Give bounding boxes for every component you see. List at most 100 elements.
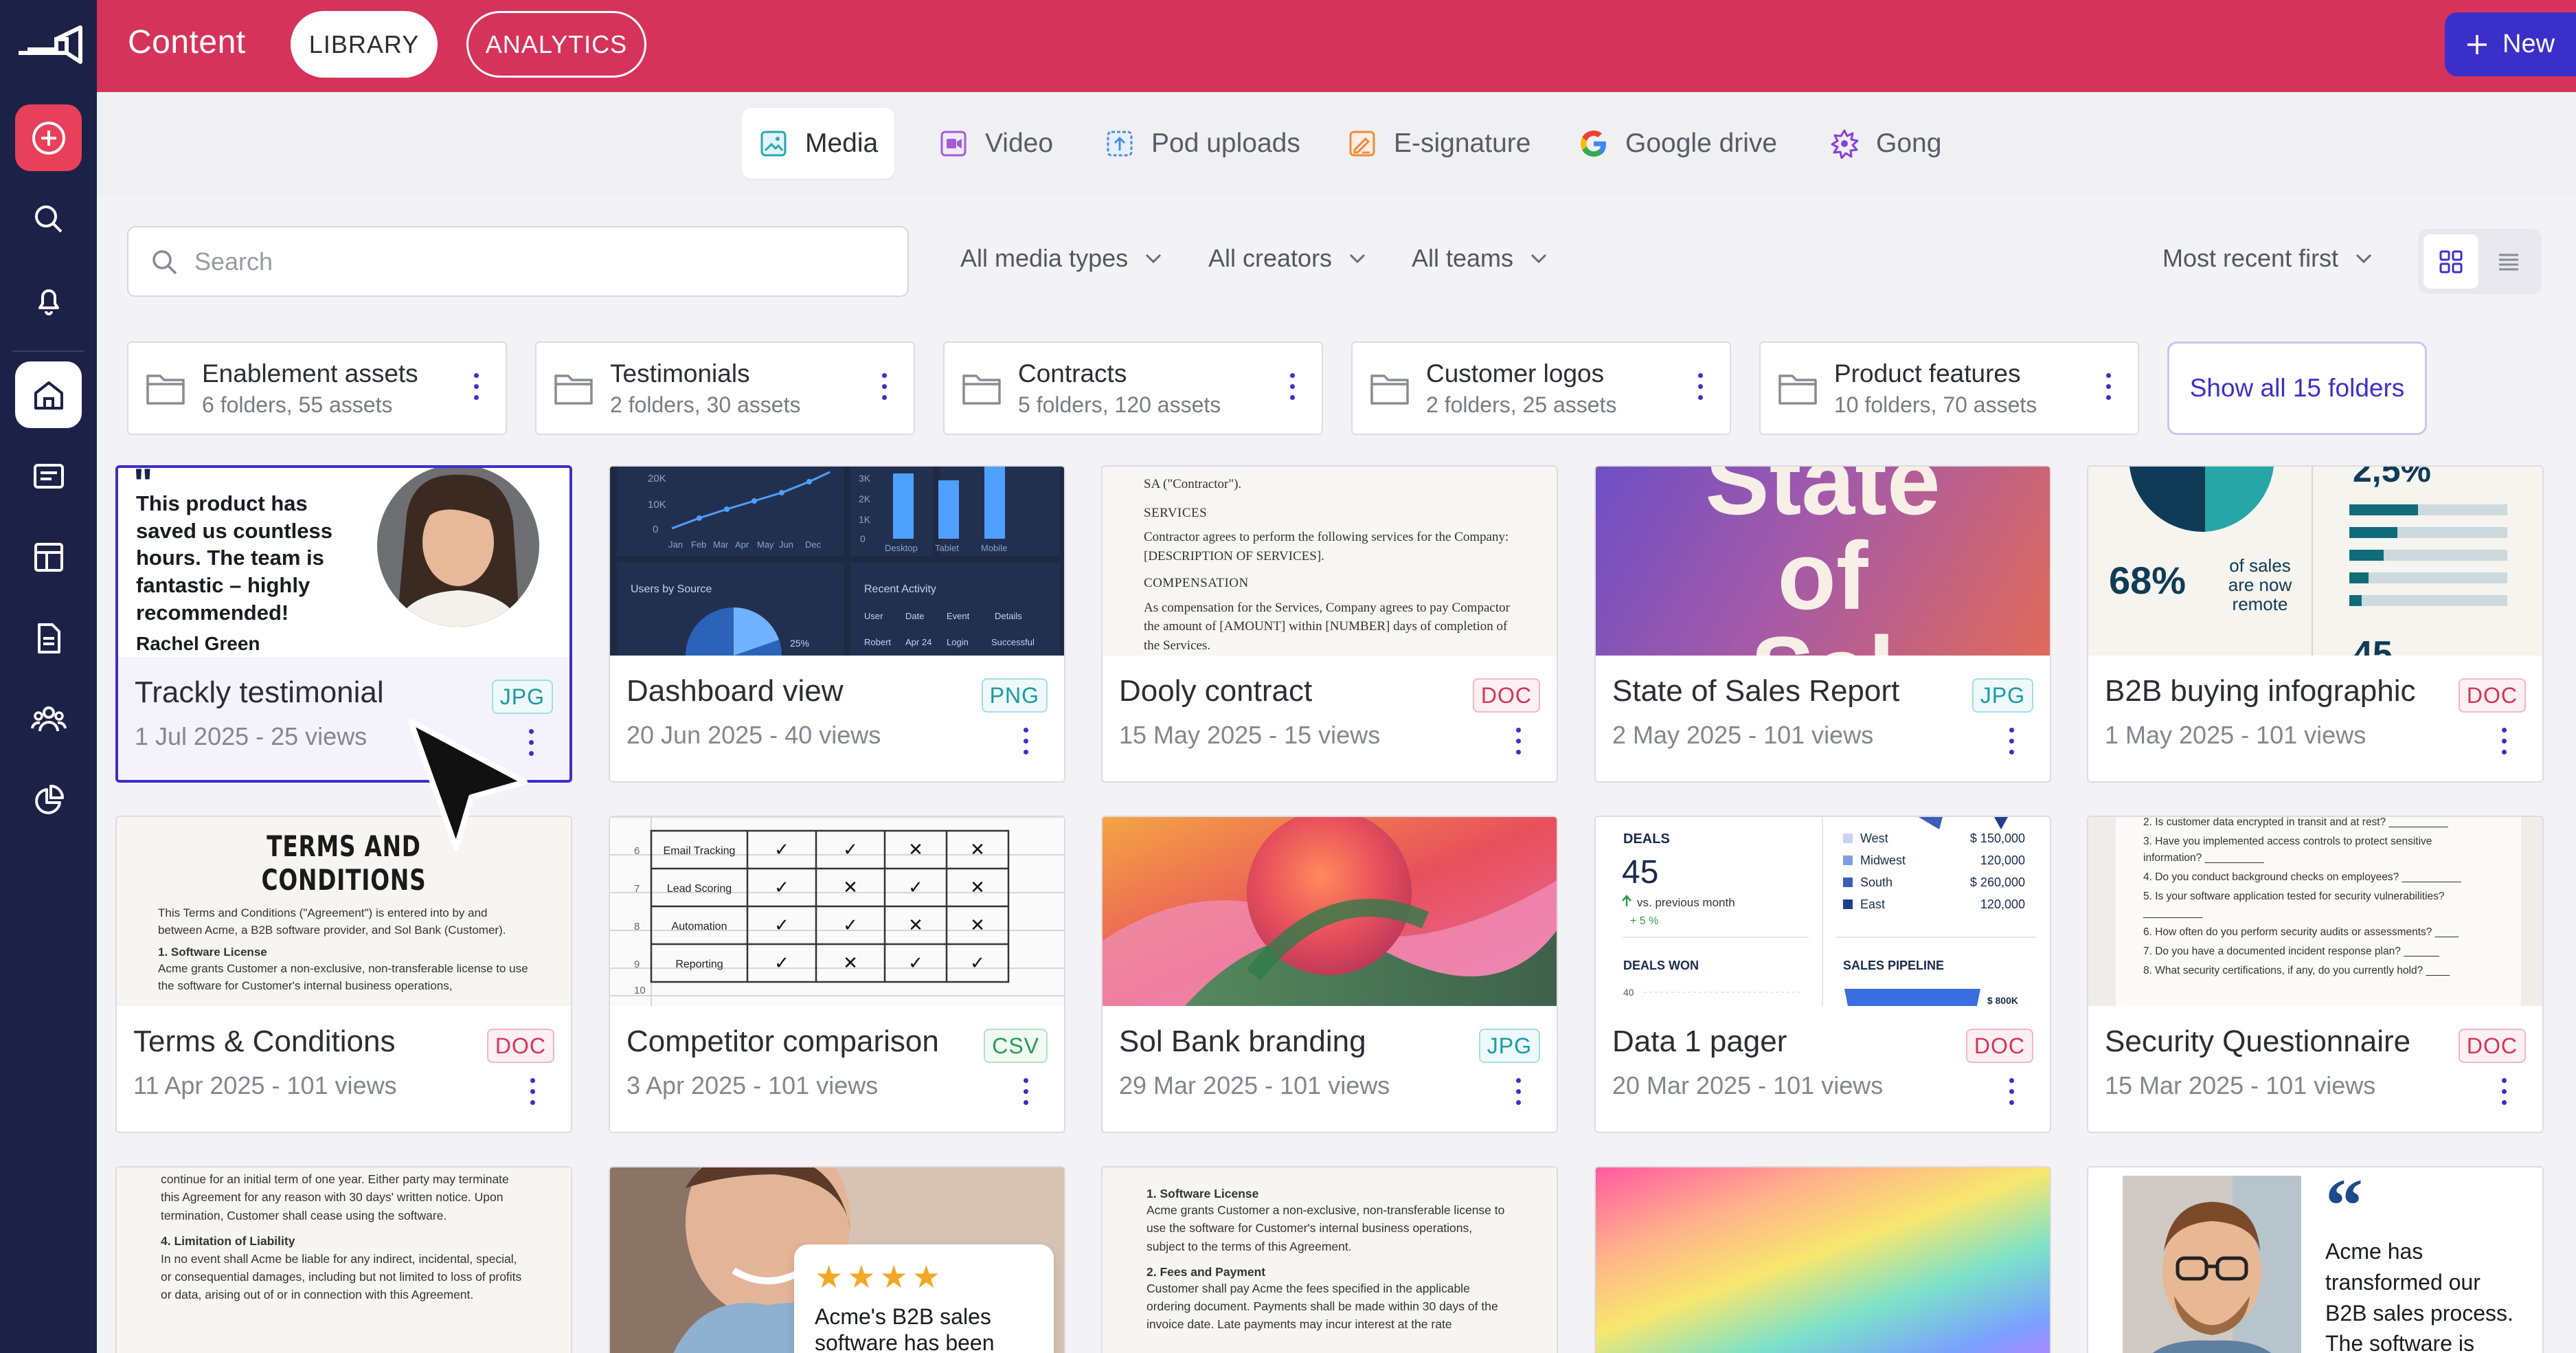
- tab-library[interactable]: LIBRARY: [291, 11, 438, 78]
- portrait-image: [2123, 1176, 2301, 1353]
- more-icon[interactable]: [1514, 728, 1522, 758]
- media-card-data-1-pager[interactable]: DEALS 45 vs. previous month + 5 % West M…: [1594, 816, 2051, 1133]
- folder-product-features[interactable]: Product features 10 folders, 70 assets: [1759, 342, 2139, 435]
- media-card[interactable]: 1. Software License Acme grants Customer…: [1101, 1166, 1558, 1353]
- media-type-filter[interactable]: All media types: [960, 244, 1162, 273]
- media-card[interactable]: “ Acme has transformed our B2B sales pro…: [2087, 1166, 2544, 1353]
- media-card-dashboard-view[interactable]: 20K 10K 0 Jan Feb Mar Apr May Jun Dec 3K…: [609, 465, 1065, 783]
- card-title: Trackly testimonial: [135, 675, 384, 709]
- teams-filter[interactable]: All teams: [1412, 244, 1548, 273]
- infographic-stat: 68%: [2109, 559, 2186, 602]
- folder-icon: [962, 374, 1001, 405]
- more-icon[interactable]: [2007, 1078, 2015, 1108]
- file-type-badge: PNG: [981, 678, 1048, 713]
- comparison-mark: ✕: [970, 839, 985, 860]
- tab-e-signature[interactable]: E-signature: [1331, 108, 1547, 179]
- documents-nav-button[interactable]: [15, 605, 82, 671]
- comparison-mark: ✓: [970, 952, 985, 973]
- more-icon[interactable]: [1021, 1078, 1030, 1108]
- media-card-security-questionnaire[interactable]: 2. Is customer data encrypted in transit…: [2087, 816, 2544, 1133]
- doc-heading: SERVICES: [1144, 505, 1208, 520]
- more-icon[interactable]: [528, 1078, 536, 1108]
- card-thumbnail: continue for an initial term of one year…: [117, 1167, 571, 1353]
- poster-line: of: [1777, 522, 1868, 629]
- more-icon[interactable]: [1288, 373, 1296, 403]
- star-rating: ★★★★: [815, 1259, 945, 1295]
- plus-icon: [2467, 34, 2487, 54]
- folder-testimonials[interactable]: Testimonials 2 folders, 30 assets: [535, 342, 915, 435]
- more-icon[interactable]: [2500, 1078, 2508, 1108]
- tab-video[interactable]: Video: [922, 108, 1070, 179]
- search-input[interactable]: [194, 247, 813, 276]
- search-box[interactable]: [127, 226, 909, 297]
- layout-nav-button[interactable]: [15, 524, 82, 590]
- more-icon[interactable]: [472, 373, 480, 403]
- media-card-state-of-sales-report[interactable]: State of Sal State of Sales Report JPG 2…: [1594, 465, 2051, 783]
- grid-view-button[interactable]: [2424, 234, 2478, 289]
- bell-icon: [38, 289, 59, 315]
- axis-tick: 10K: [648, 499, 666, 511]
- media-card[interactable]: continue for an initial term of one year…: [115, 1166, 572, 1353]
- month-label: Dec: [805, 539, 822, 550]
- app-logo-icon[interactable]: [15, 22, 84, 70]
- folder-count: 6 folders, 55 assets: [202, 392, 393, 417]
- pie-pct: 25%: [790, 638, 809, 649]
- comparison-mark: ✓: [843, 839, 858, 860]
- tab-gong[interactable]: Gong: [1813, 108, 1958, 179]
- tab-google-drive[interactable]: Google drive: [1562, 108, 1794, 179]
- media-card-b2b-buying-infographic[interactable]: 68% of sales are now remote 2,5% 45 B2B …: [2087, 465, 2544, 783]
- card-title: Competitor comparison: [626, 1025, 939, 1058]
- folder-enablement-assets[interactable]: Enablement assets 6 folders, 55 assets: [127, 342, 507, 435]
- quote-mark: “: [2325, 1167, 2363, 1247]
- create-button[interactable]: [15, 104, 82, 171]
- sort-dropdown[interactable]: Most recent first: [2162, 244, 2373, 273]
- tab-analytics[interactable]: ANALYTICS: [466, 11, 646, 78]
- more-icon[interactable]: [1514, 1078, 1522, 1108]
- show-all-folders-button[interactable]: Show all 15 folders: [2167, 342, 2427, 435]
- tab-pod-uploads[interactable]: Pod uploads: [1088, 108, 1317, 179]
- chevron-down-icon: [1530, 254, 1547, 264]
- media-card[interactable]: [1594, 1166, 2051, 1353]
- doc-paragraph: continue for an initial term of one year…: [161, 1172, 509, 1222]
- folder-contracts[interactable]: Contracts 5 folders, 120 assets: [943, 342, 1323, 435]
- home-nav-button[interactable]: [15, 361, 82, 428]
- content-nav-button[interactable]: [15, 443, 82, 509]
- comparison-mark: ✕: [970, 877, 985, 897]
- list-view-button[interactable]: [2481, 234, 2536, 289]
- media-card-terms-conditions[interactable]: TERMS AND CONDITIONS This Terms and Cond…: [115, 816, 572, 1133]
- folder-count: 2 folders, 25 assets: [1426, 392, 1617, 417]
- more-icon[interactable]: [1696, 373, 1704, 403]
- media-card[interactable]: ★★★★ Acme's B2B sales software has been: [609, 1166, 1065, 1353]
- search-nav-button[interactable]: [15, 186, 82, 252]
- more-icon[interactable]: [2007, 728, 2015, 758]
- metric-label: DEALS: [1623, 831, 1670, 847]
- media-card-sol-bank-branding[interactable]: Sol Bank branding JPG 29 Mar 2025 - 101 …: [1101, 816, 1558, 1133]
- month-label: Feb: [691, 539, 706, 550]
- poster-line: State: [1705, 467, 1941, 535]
- folder-customer-logos[interactable]: Customer logos 2 folders, 25 assets: [1351, 342, 1731, 435]
- comparison-mark: ✕: [843, 952, 858, 973]
- folder-name: Contracts: [1018, 359, 1127, 388]
- tab-media[interactable]: Media: [742, 108, 895, 179]
- media-card-competitor-comparison[interactable]: 6 Email Tracking ✓ ✓ ✕ ✕ 7 Lead Scoring ✓ ✕ ✓ ✕ 8 Aut…: [609, 816, 1065, 1133]
- more-icon[interactable]: [2500, 728, 2508, 758]
- new-button[interactable]: New: [2445, 12, 2576, 76]
- more-icon[interactable]: [880, 373, 888, 403]
- media-card-dooly-contract[interactable]: SA ("Contractor"). SERVICES Contractor a…: [1101, 465, 1558, 783]
- testimonial-quote: Acme has transformed our B2B sales proce…: [2325, 1239, 2513, 1353]
- tab-media-label: Media: [805, 128, 879, 158]
- source-tabs: Media Video Pod uploads E-signature Goog…: [97, 92, 2576, 195]
- analytics-nav-button[interactable]: [15, 767, 82, 834]
- sort-dropdown-label: Most recent first: [2162, 244, 2339, 272]
- poster-headline: State of Sal: [1596, 467, 2050, 656]
- top-bar: Content LIBRARY ANALYTICS New: [97, 0, 2576, 92]
- more-icon[interactable]: [2104, 373, 2112, 403]
- more-icon[interactable]: [1021, 728, 1030, 758]
- people-nav-button[interactable]: [15, 686, 82, 752]
- notifications-nav-button[interactable]: [15, 267, 82, 333]
- creators-filter[interactable]: All creators: [1208, 244, 1366, 273]
- row-number: 8: [634, 921, 640, 932]
- folder-name: Testimonials: [610, 359, 750, 388]
- card-thumbnail: [1596, 1167, 2050, 1353]
- file-type-badge: DOC: [486, 1029, 554, 1063]
